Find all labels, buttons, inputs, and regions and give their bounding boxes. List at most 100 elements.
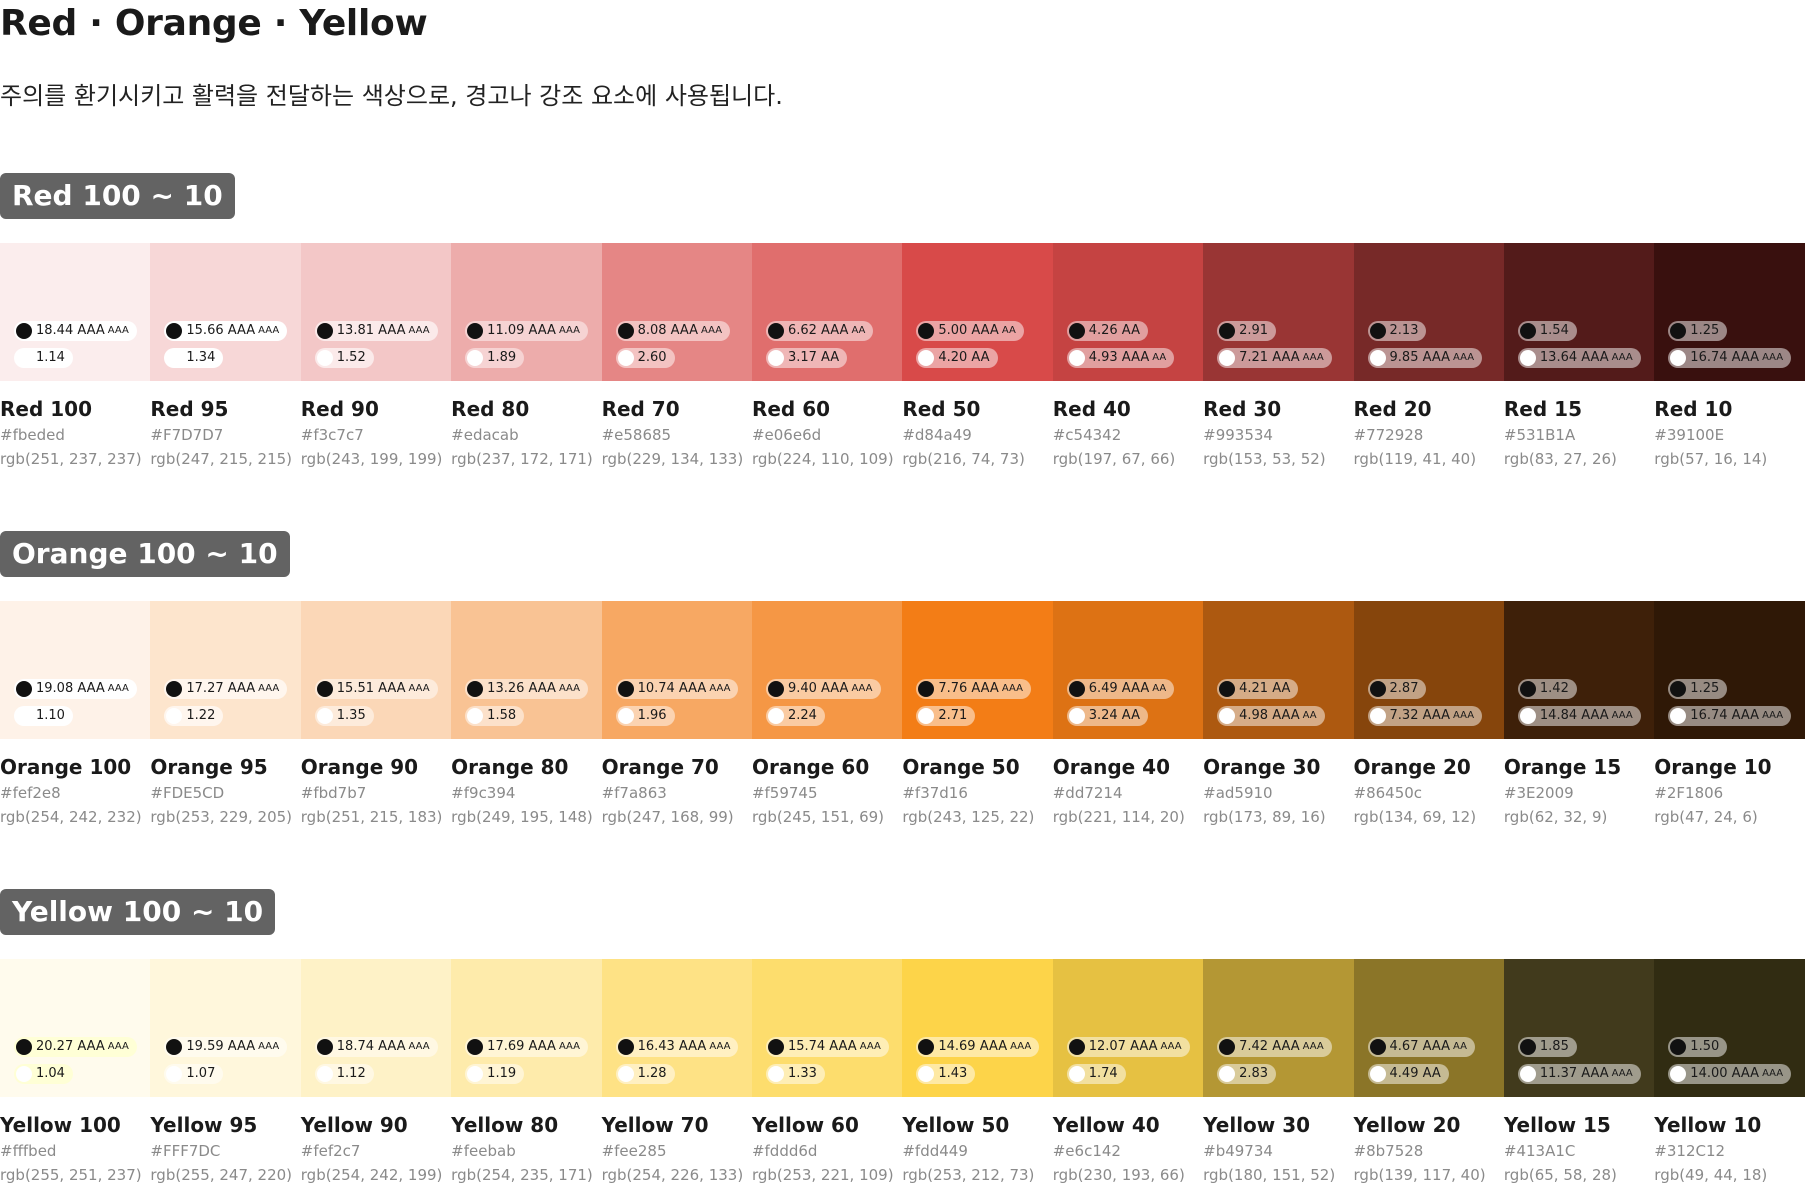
swatch-rgb[interactable]: rgb(139, 117, 40) xyxy=(1354,1163,1504,1187)
color-swatch[interactable]: 2.91 7.21 AAA AAA xyxy=(1203,243,1354,381)
swatch-hex[interactable]: #8b7528 xyxy=(1354,1139,1504,1163)
color-swatch[interactable]: 1.25 16.74 AAA AAA xyxy=(1654,243,1805,381)
swatch-hex[interactable]: #f7a863 xyxy=(602,781,752,805)
swatch-rgb[interactable]: rgb(62, 32, 9) xyxy=(1504,805,1654,829)
swatch-hex[interactable]: #b49734 xyxy=(1203,1139,1353,1163)
swatch-rgb[interactable]: rgb(216, 74, 73) xyxy=(902,447,1052,471)
swatch-rgb[interactable]: rgb(49, 44, 18) xyxy=(1654,1163,1804,1187)
swatch-hex[interactable]: #fbeded xyxy=(0,423,150,447)
swatch-hex[interactable]: #f59745 xyxy=(752,781,902,805)
swatch-hex[interactable]: #fdd449 xyxy=(902,1139,1052,1163)
swatch-hex[interactable]: #772928 xyxy=(1354,423,1504,447)
color-swatch[interactable]: 4.21 AA 4.98 AAA AA xyxy=(1203,601,1354,739)
swatch-hex[interactable]: #3E2009 xyxy=(1504,781,1654,805)
color-swatch[interactable]: 15.74 AAA AAA 1.33 xyxy=(751,959,903,1097)
color-swatch[interactable]: 12.07 AAA AAA 1.74 xyxy=(1052,959,1204,1097)
color-swatch[interactable]: 17.27 AAA AAA 1.22 xyxy=(150,601,301,739)
swatch-rgb[interactable]: rgb(57, 16, 14) xyxy=(1654,447,1804,471)
swatch-hex[interactable]: #e6c142 xyxy=(1053,1139,1203,1163)
swatch-rgb[interactable]: rgb(47, 24, 6) xyxy=(1654,805,1804,829)
swatch-rgb[interactable]: rgb(253, 212, 73) xyxy=(902,1163,1052,1187)
swatch-hex[interactable]: #F7D7D7 xyxy=(150,423,300,447)
color-swatch[interactable]: 19.08 AAA AAA 1.10 xyxy=(0,601,151,739)
swatch-hex[interactable]: #FDE5CD xyxy=(150,781,300,805)
color-swatch[interactable]: 7.42 AAA AAA 2.83 xyxy=(1203,959,1354,1097)
color-swatch[interactable]: 15.51 AAA AAA 1.35 xyxy=(300,601,452,739)
swatch-hex[interactable]: #fddd6d xyxy=(752,1139,902,1163)
swatch-rgb[interactable]: rgb(197, 67, 66) xyxy=(1053,447,1203,471)
color-swatch[interactable]: 13.81 AAA AAA 1.52 xyxy=(300,243,452,381)
swatch-rgb[interactable]: rgb(65, 58, 28) xyxy=(1504,1163,1654,1187)
swatch-rgb[interactable]: rgb(255, 251, 237) xyxy=(0,1163,150,1187)
color-swatch[interactable]: 4.26 AA 4.93 AAA AA xyxy=(1052,243,1204,381)
swatch-rgb[interactable]: rgb(254, 226, 133) xyxy=(602,1163,752,1187)
color-swatch[interactable]: 10.74 AAA AAA 1.96 xyxy=(601,601,752,739)
swatch-rgb[interactable]: rgb(247, 168, 99) xyxy=(602,805,752,829)
color-swatch[interactable]: 1.54 13.64 AAA AAA xyxy=(1503,243,1655,381)
swatch-rgb[interactable]: rgb(229, 134, 133) xyxy=(602,447,752,471)
color-swatch[interactable]: 2.13 9.85 AAA AAA xyxy=(1353,243,1504,381)
swatch-hex[interactable]: #e06e6d xyxy=(752,423,902,447)
swatch-hex[interactable]: #fef2c7 xyxy=(301,1139,451,1163)
swatch-rgb[interactable]: rgb(243, 199, 199) xyxy=(301,447,451,471)
swatch-hex[interactable]: #dd7214 xyxy=(1053,781,1203,805)
swatch-hex[interactable]: #413A1C xyxy=(1504,1139,1654,1163)
swatch-rgb[interactable]: rgb(83, 27, 26) xyxy=(1504,447,1654,471)
swatch-rgb[interactable]: rgb(221, 114, 20) xyxy=(1053,805,1203,829)
swatch-hex[interactable]: #ad5910 xyxy=(1203,781,1353,805)
swatch-rgb[interactable]: rgb(224, 110, 109) xyxy=(752,447,902,471)
swatch-rgb[interactable]: rgb(247, 215, 215) xyxy=(150,447,300,471)
color-swatch[interactable]: 6.62 AAA AA 3.17 AA xyxy=(751,243,903,381)
swatch-rgb[interactable]: rgb(251, 237, 237) xyxy=(0,447,150,471)
swatch-hex[interactable]: #fef2e8 xyxy=(0,781,150,805)
swatch-hex[interactable]: #312C12 xyxy=(1654,1139,1804,1163)
swatch-rgb[interactable]: rgb(173, 89, 16) xyxy=(1203,805,1353,829)
swatch-rgb[interactable]: rgb(180, 151, 52) xyxy=(1203,1163,1353,1187)
swatch-rgb[interactable]: rgb(153, 53, 52) xyxy=(1203,447,1353,471)
color-swatch[interactable]: 14.69 AAA AAA 1.43 xyxy=(902,959,1053,1097)
swatch-hex[interactable]: #f3c7c7 xyxy=(301,423,451,447)
color-swatch[interactable]: 17.69 AAA AAA 1.19 xyxy=(451,959,602,1097)
color-swatch[interactable]: 19.59 AAA AAA 1.07 xyxy=(150,959,301,1097)
swatch-hex[interactable]: #e58685 xyxy=(602,423,752,447)
swatch-hex[interactable]: #39100E xyxy=(1654,423,1804,447)
color-swatch[interactable]: 11.09 AAA AAA 1.89 xyxy=(451,243,602,381)
swatch-hex[interactable]: #edacab xyxy=(451,423,601,447)
color-swatch[interactable]: 18.44 AAA AAA 1.14 xyxy=(0,243,151,381)
color-swatch[interactable]: 20.27 AAA AAA 1.04 xyxy=(0,959,151,1097)
swatch-hex[interactable]: #FFF7DC xyxy=(150,1139,300,1163)
color-swatch[interactable]: 16.43 AAA AAA 1.28 xyxy=(601,959,752,1097)
swatch-hex[interactable]: #2F1806 xyxy=(1654,781,1804,805)
swatch-rgb[interactable]: rgb(237, 172, 171) xyxy=(451,447,601,471)
swatch-hex[interactable]: #c54342 xyxy=(1053,423,1203,447)
swatch-rgb[interactable]: rgb(253, 221, 109) xyxy=(752,1163,902,1187)
color-swatch[interactable]: 2.87 7.32 AAA AAA xyxy=(1353,601,1504,739)
swatch-rgb[interactable]: rgb(253, 229, 205) xyxy=(150,805,300,829)
color-swatch[interactable]: 8.08 AAA AAA 2.60 xyxy=(601,243,752,381)
swatch-rgb[interactable]: rgb(249, 195, 148) xyxy=(451,805,601,829)
swatch-rgb[interactable]: rgb(251, 215, 183) xyxy=(301,805,451,829)
color-swatch[interactable]: 15.66 AAA AAA 1.34 xyxy=(150,243,301,381)
color-swatch[interactable]: 5.00 AAA AA 4.20 AA xyxy=(902,243,1053,381)
swatch-hex[interactable]: #993534 xyxy=(1203,423,1353,447)
color-swatch[interactable]: 1.50 14.00 AAA AAA xyxy=(1654,959,1805,1097)
swatch-hex[interactable]: #f9c394 xyxy=(451,781,601,805)
swatch-rgb[interactable]: rgb(243, 125, 22) xyxy=(902,805,1052,829)
swatch-rgb[interactable]: rgb(254, 235, 171) xyxy=(451,1163,601,1187)
swatch-rgb[interactable]: rgb(119, 41, 40) xyxy=(1354,447,1504,471)
color-swatch[interactable]: 1.42 14.84 AAA AAA xyxy=(1503,601,1655,739)
color-swatch[interactable]: 7.76 AAA AAA 2.71 xyxy=(902,601,1053,739)
swatch-rgb[interactable]: rgb(254, 242, 232) xyxy=(0,805,150,829)
swatch-hex[interactable]: #f37d16 xyxy=(902,781,1052,805)
swatch-hex[interactable]: #fbd7b7 xyxy=(301,781,451,805)
swatch-rgb[interactable]: rgb(230, 193, 66) xyxy=(1053,1163,1203,1187)
color-swatch[interactable]: 4.67 AAA AA 4.49 AA xyxy=(1353,959,1504,1097)
swatch-rgb[interactable]: rgb(254, 242, 199) xyxy=(301,1163,451,1187)
swatch-hex[interactable]: #feebab xyxy=(451,1139,601,1163)
color-swatch[interactable]: 1.85 11.37 AAA AAA xyxy=(1503,959,1655,1097)
swatch-hex[interactable]: #fee285 xyxy=(602,1139,752,1163)
swatch-hex[interactable]: #d84a49 xyxy=(902,423,1052,447)
swatch-rgb[interactable]: rgb(134, 69, 12) xyxy=(1354,805,1504,829)
color-swatch[interactable]: 6.49 AAA AA 3.24 AA xyxy=(1052,601,1204,739)
swatch-hex[interactable]: #86450c xyxy=(1354,781,1504,805)
